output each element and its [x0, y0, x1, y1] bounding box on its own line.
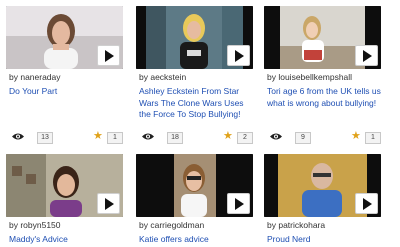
play-button[interactable]	[355, 45, 378, 66]
play-button[interactable]	[227, 45, 250, 66]
video-author[interactable]: by louisebellkempshall	[267, 72, 381, 83]
favorites-count: 1	[107, 132, 123, 144]
favorites-count: 2	[237, 132, 253, 144]
video-stats: 9 ★ 1	[267, 131, 381, 144]
favorite-star-icon[interactable]: ★	[351, 131, 361, 142]
video-thumbnail[interactable]	[6, 154, 123, 217]
views-count: 13	[37, 132, 53, 144]
video-title-link[interactable]: Proud Nerd	[267, 234, 381, 246]
play-button[interactable]	[227, 193, 250, 214]
video-stats: 18 ★ 2	[139, 131, 253, 144]
video-author[interactable]: by patrickohara	[267, 220, 381, 231]
play-button[interactable]	[97, 193, 120, 214]
video-title-link[interactable]: Tori age 6 from the UK tells us what is …	[267, 86, 381, 109]
views-eye-icon	[270, 133, 282, 140]
video-thumbnail[interactable]	[136, 6, 253, 69]
favorite-star-icon[interactable]: ★	[93, 131, 103, 142]
favorite-star-icon[interactable]: ★	[223, 131, 233, 142]
views-eye-icon	[12, 133, 24, 140]
play-button[interactable]	[355, 193, 378, 214]
views-count: 9	[295, 132, 311, 144]
favorites-count: 1	[365, 132, 381, 144]
video-stats: 13 ★ 1	[9, 131, 123, 144]
video-author[interactable]: by naneraday	[9, 72, 123, 83]
video-thumbnail[interactable]	[6, 6, 123, 69]
video-author[interactable]: by robyn5150	[9, 220, 123, 231]
views-eye-icon	[142, 133, 154, 140]
video-title-link[interactable]: Do Your Part	[9, 86, 123, 98]
video-title-link[interactable]: Maddy's Advice	[9, 234, 123, 246]
video-thumbnail[interactable]	[136, 154, 253, 217]
video-thumbnail[interactable]	[264, 6, 381, 69]
video-title-link[interactable]: Katie offers advice	[139, 234, 253, 246]
video-thumbnail[interactable]	[264, 154, 381, 217]
video-author[interactable]: by carriegoldman	[139, 220, 253, 231]
views-count: 18	[167, 132, 183, 144]
video-author[interactable]: by aeckstein	[139, 72, 253, 83]
video-title-link[interactable]: Ashley Eckstein From Star Wars The Clone…	[139, 86, 253, 121]
play-button[interactable]	[97, 45, 120, 66]
